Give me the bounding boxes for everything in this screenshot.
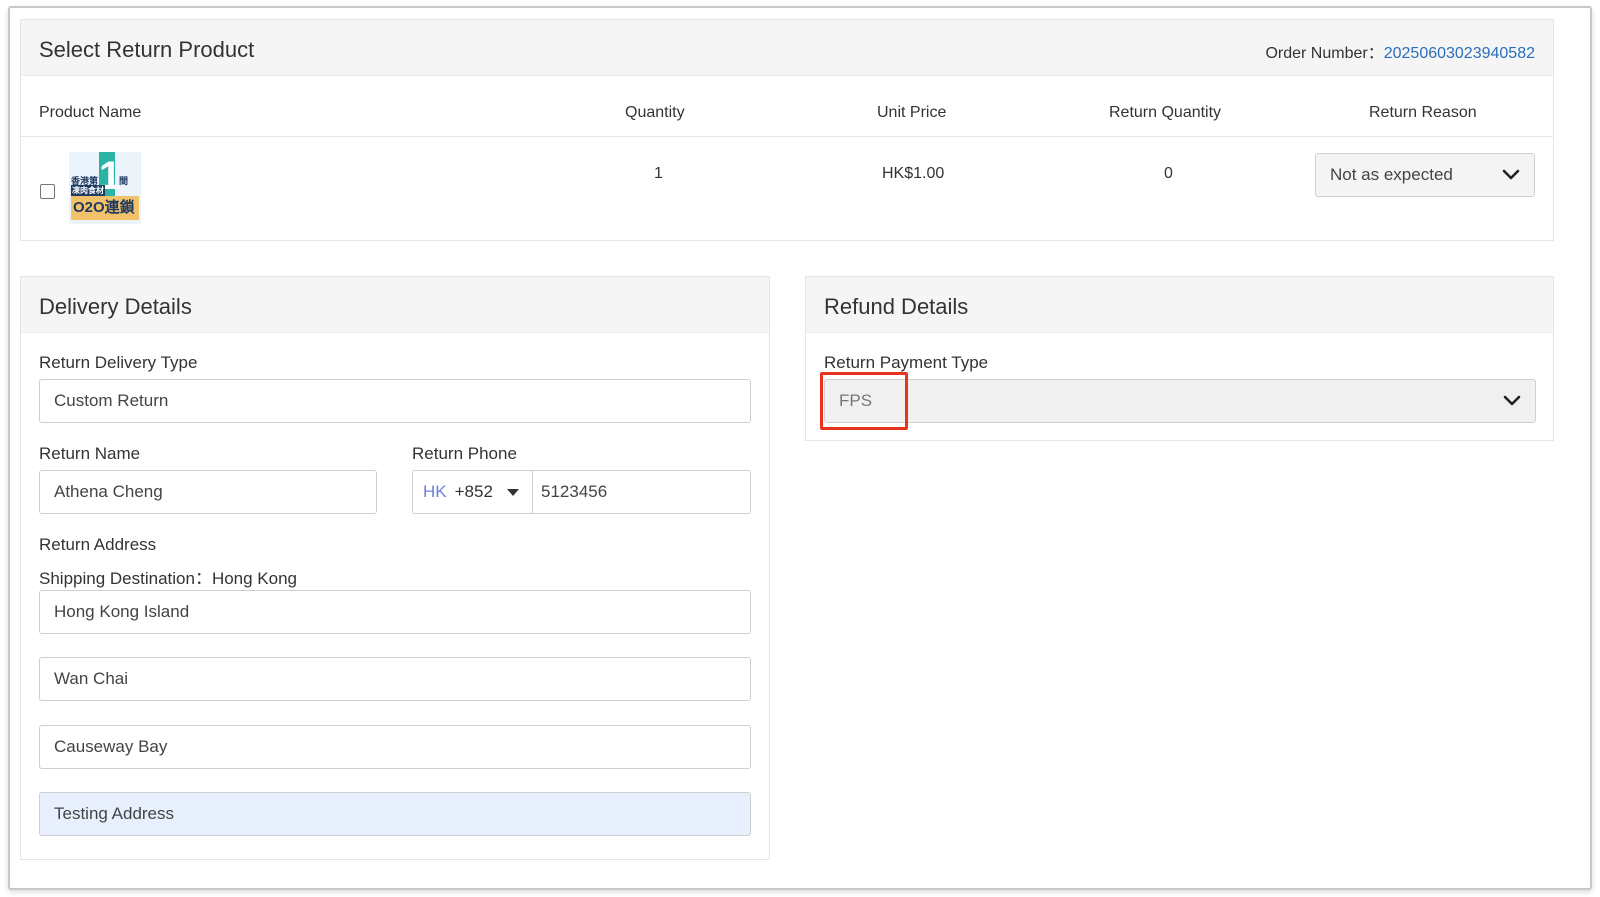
caret-down-icon (507, 489, 519, 496)
address-line-3-value: Causeway Bay (54, 737, 168, 756)
thumbnail-brand: O2O連鎖 (71, 196, 139, 220)
address-line-4-value: Testing Address (54, 804, 175, 823)
address-line-1-value: Hong Kong Island (54, 602, 190, 621)
address-line-4-field[interactable]: Testing Address (39, 792, 751, 836)
delivery-type-label: Return Delivery Type (39, 353, 198, 372)
col-return-quantity: Return Quantity (1109, 104, 1222, 121)
phone-number-field[interactable]: 5123456 (532, 470, 751, 514)
shipping-destination: Shipping Destination：Hong Kong (39, 569, 298, 588)
panel-title: Refund Details (824, 294, 969, 319)
address-line-3-field[interactable]: Causeway Bay (39, 725, 751, 769)
delivery-type-field[interactable]: Custom Return (39, 379, 751, 423)
return-name-field[interactable]: Athena Cheng (39, 470, 377, 514)
page-frame: Select Return Product Order Number：20250… (8, 6, 1592, 890)
phone-country-select[interactable]: HK +852 (412, 470, 533, 514)
select-return-product-header: Select Return Product Order Number：20250… (21, 20, 1553, 76)
return-address-label: Return Address (39, 535, 157, 554)
thumbnail-text-3: 間 (119, 176, 129, 186)
return-name-label: Return Name (39, 444, 141, 463)
delivery-type-value: Custom Return (54, 391, 169, 410)
col-product-name: Product Name (39, 104, 142, 121)
order-number-link[interactable]: 20250603023940582 (1384, 45, 1535, 62)
table-divider (21, 136, 1553, 137)
annotation-highlight-box (820, 372, 908, 430)
col-quantity: Quantity (625, 104, 685, 121)
phone-dial-code: +852 (454, 482, 493, 501)
return-reason-select[interactable]: Not as expected (1315, 153, 1535, 197)
chevron-down-icon (1502, 169, 1520, 180)
return-reason-value: Not as expected (1330, 165, 1453, 184)
delivery-details-panel: Delivery Details Return Delivery Type Cu… (20, 276, 770, 860)
order-number-label: Order Number： (1265, 45, 1384, 62)
row-unit-price: HK$1.00 (882, 165, 945, 182)
product-checkbox[interactable] (40, 184, 55, 199)
panel-title: Select Return Product (39, 37, 255, 62)
chevron-down-icon (1503, 395, 1521, 406)
col-unit-price: Unit Price (877, 104, 947, 121)
select-return-product-panel: Select Return Product Order Number：20250… (20, 19, 1554, 241)
thumbnail-text-2: 凍肉食材 (71, 185, 105, 196)
return-name-value: Athena Cheng (54, 482, 163, 501)
refund-details-panel: Refund Details Return Payment Type FPS (805, 276, 1554, 441)
address-line-2-value: Wan Chai (54, 669, 129, 688)
row-return-quantity: 0 (1164, 165, 1173, 182)
order-number: Order Number：20250603023940582 (1265, 39, 1535, 63)
payment-type-select[interactable]: FPS (824, 379, 1536, 423)
address-line-2-field[interactable]: Wan Chai (39, 657, 751, 701)
row-quantity: 1 (654, 165, 663, 182)
return-phone-label: Return Phone (412, 444, 517, 463)
col-return-reason: Return Reason (1369, 104, 1477, 121)
phone-number-value: 5123456 (541, 482, 608, 501)
address-line-1-field[interactable]: Hong Kong Island (39, 590, 751, 634)
refund-details-header: Refund Details (806, 277, 1553, 333)
payment-type-label: Return Payment Type (824, 353, 989, 372)
panel-title: Delivery Details (39, 294, 192, 319)
delivery-details-header: Delivery Details (21, 277, 769, 333)
product-thumbnail: 1 香港第 凍肉食材 間 O2O連鎖 (69, 152, 141, 224)
phone-country-code: HK (423, 482, 447, 501)
